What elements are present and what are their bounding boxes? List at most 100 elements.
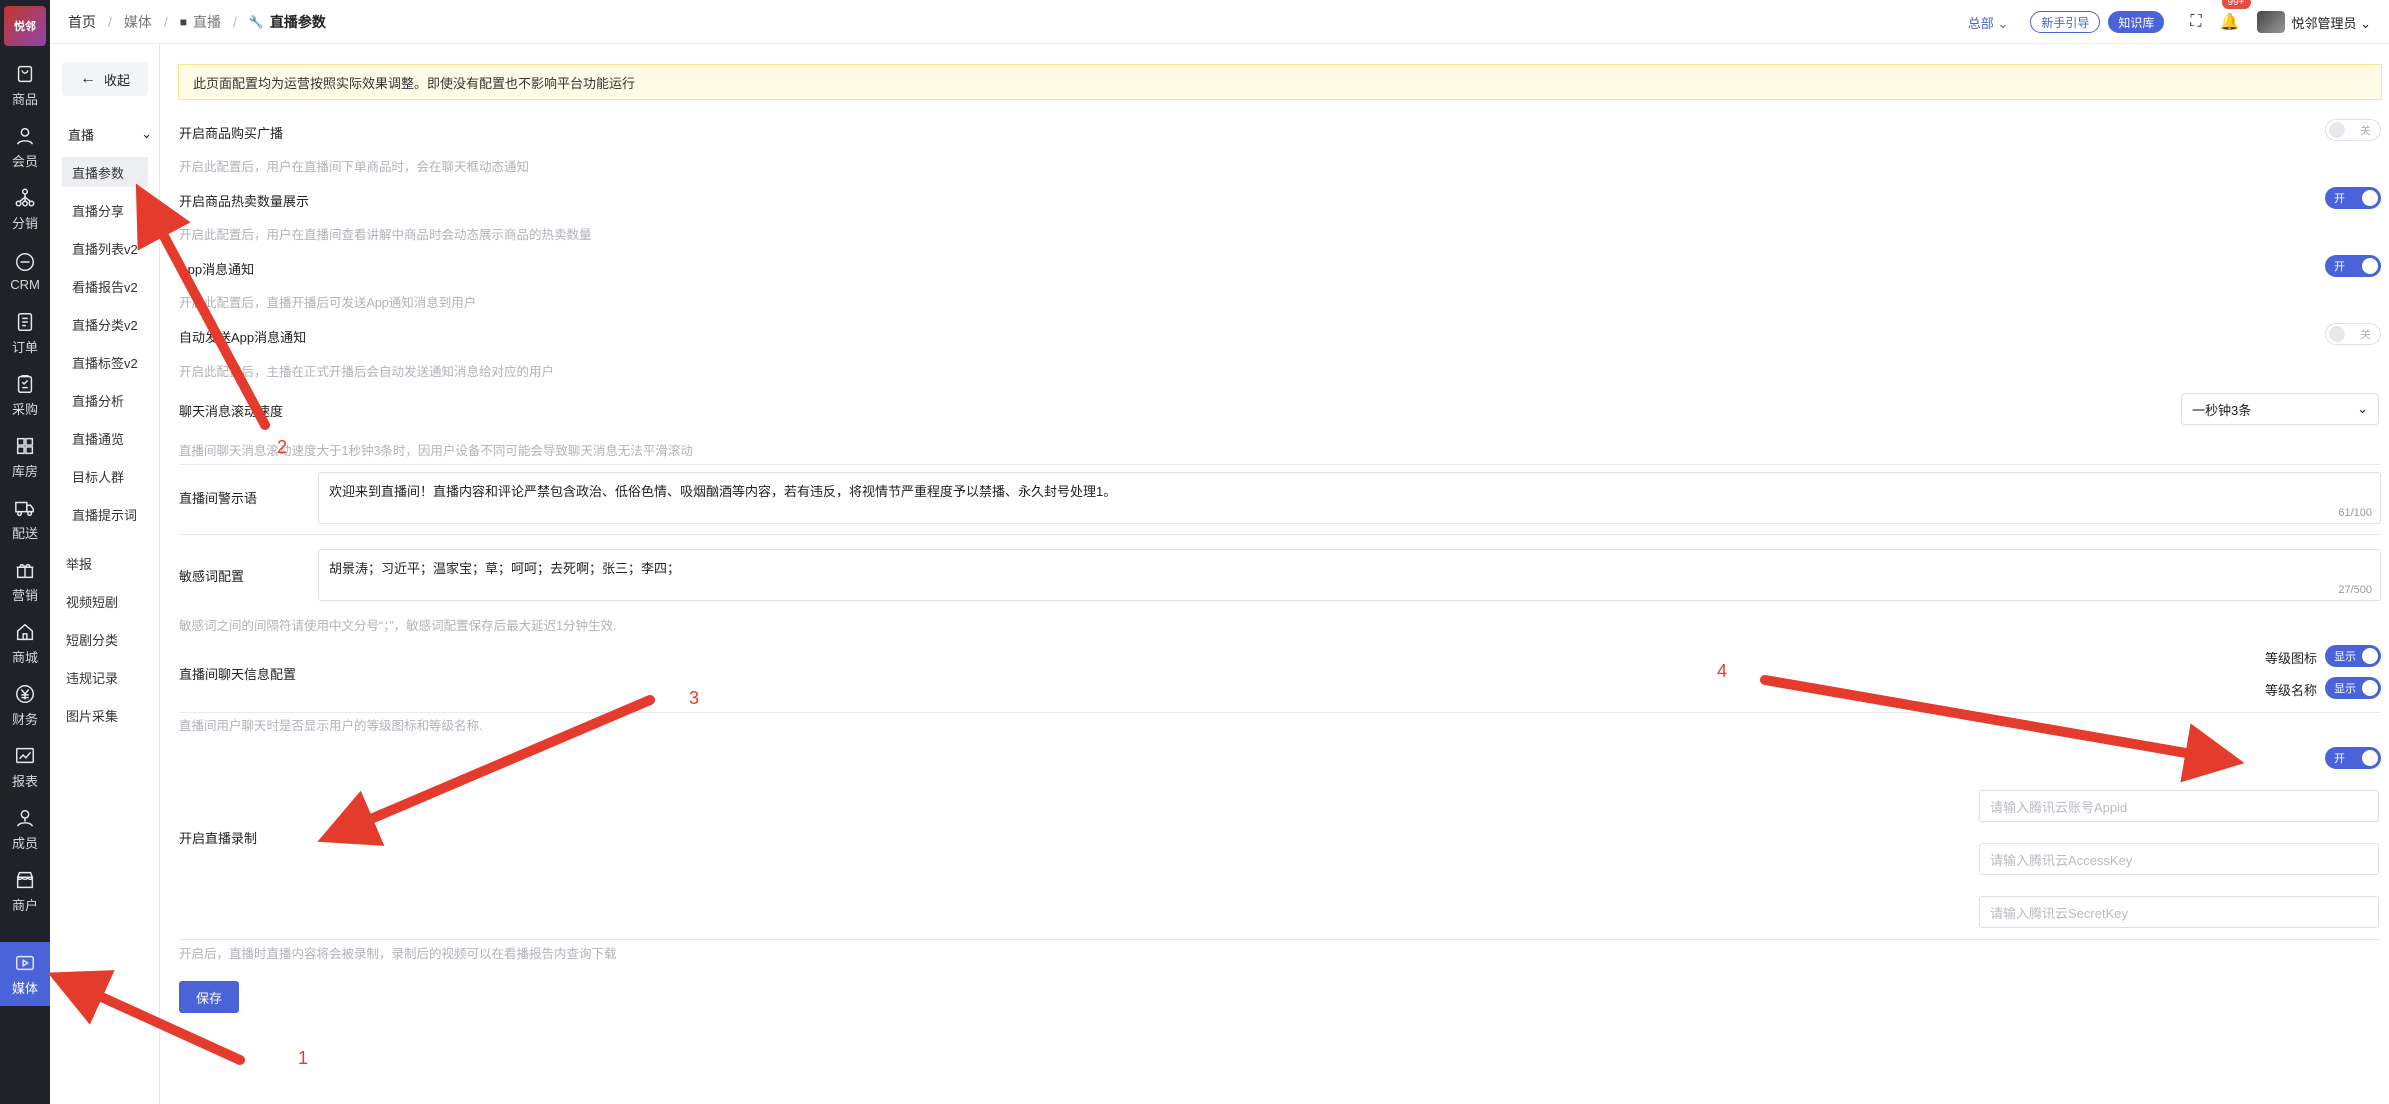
submenu-item-live-prompt[interactable]: 直播提示词 <box>62 499 148 529</box>
nav-item-purchase[interactable]: 采购 <box>0 366 50 424</box>
submenu-item-target-group[interactable]: 目标人群 <box>62 461 148 491</box>
nav-item-store[interactable]: 商城 <box>0 614 50 672</box>
arrow-left-icon: ← <box>79 70 96 87</box>
nav-item-finance[interactable]: 财务 <box>0 676 50 734</box>
nav-item-merchant[interactable]: 商户 <box>0 862 50 920</box>
nav-item-distribution[interactable]: 分销 <box>0 180 50 238</box>
app-notify-switch[interactable]: 开 <box>2325 255 2381 277</box>
knowledge-base-button[interactable]: 知识库 <box>2108 11 2165 33</box>
nav-item-crm[interactable]: CRM <box>0 242 50 300</box>
breadcrumb-live[interactable]: 直播 <box>193 12 221 32</box>
nav-item-product[interactable]: 商品 <box>0 56 50 114</box>
level-name-label: 等级名称 <box>2265 683 2318 698</box>
nav-item-order[interactable]: 订单 <box>0 304 50 362</box>
save-button[interactable]: 保存 <box>179 981 239 1013</box>
submenu-item-report[interactable]: 举报 <box>62 548 148 578</box>
annotation-number-1: 1 <box>298 1048 309 1068</box>
sensitive-label: 敏感词配置 <box>179 569 245 584</box>
access-key-input[interactable]: 请输入腾讯云AccessKey <box>1979 843 2379 875</box>
level-icon-label: 等级图标 <box>2265 651 2318 666</box>
fullscreen-icon[interactable]: ⛶ <box>2190 13 2201 31</box>
secret-key-input[interactable]: 请输入腾讯云SecretKey <box>1979 896 2379 928</box>
hot-sales-help: 开启此配置后，用户在直播间查看讲解中商品时会动态展示商品的热卖数量 <box>179 228 592 242</box>
submenu-item-watch-report[interactable]: 看播报告v2 <box>62 271 148 301</box>
chart-icon <box>14 745 36 767</box>
delivery-icon <box>14 497 36 519</box>
nav-item-label: 会员 <box>11 153 38 169</box>
nav-item-label: 订单 <box>11 339 38 355</box>
nav-item-warehouse[interactable]: 库房 <box>0 428 50 486</box>
level-name-switch[interactable]: 显示 <box>2325 677 2381 699</box>
submenu-item-short-video[interactable]: 视频短剧 <box>62 586 148 616</box>
nav-item-label: 采购 <box>11 401 38 417</box>
auto-app-notify-switch[interactable]: 关 <box>2325 323 2381 345</box>
wrench-icon: 🔧 <box>248 15 264 29</box>
submenu-item-live-tag[interactable]: 直播标签v2 <box>62 347 148 377</box>
submenu-item-violation[interactable]: 违规记录 <box>62 662 148 692</box>
nav-item-report[interactable]: 报表 <box>0 738 50 796</box>
submenu-item-live-analysis[interactable]: 直播分析 <box>62 385 148 415</box>
submenu-item-live-params[interactable]: 直播参数 <box>62 157 148 187</box>
collapse-label: 收起 <box>103 72 130 88</box>
header-actions: 总部 ⌄ 新手引导 知识库 ⛶ 🔔 99+ 悦邻管理员 ⌄ <box>1968 0 2371 44</box>
submenu-item-live-overview[interactable]: 直播通览 <box>62 423 148 453</box>
nav-item-label: 分销 <box>11 215 38 231</box>
finance-icon <box>14 683 36 705</box>
chat-speed-select[interactable]: 一秒钟3条 ⌄ <box>2181 393 2379 425</box>
crm-icon <box>14 251 36 273</box>
gift-icon <box>14 559 36 581</box>
app-notify-label: App消息通知 <box>179 262 255 277</box>
merchant-icon <box>14 869 36 891</box>
breadcrumb-current: 直播参数 <box>269 14 326 30</box>
nav-item-team[interactable]: 成员 <box>0 800 50 858</box>
annotation-number-4: 4 <box>1717 661 1728 681</box>
recording-switch[interactable]: 开 <box>2325 747 2381 769</box>
submenu-item-image-collect[interactable]: 图片采集 <box>62 700 148 730</box>
app-logo: 悦邻 <box>4 6 46 46</box>
nav-item-label: 商品 <box>11 91 38 107</box>
nav-item-member[interactable]: 会员 <box>0 118 50 176</box>
submenu-item-drama-category[interactable]: 短剧分类 <box>62 624 148 654</box>
app-notify-help: 开启此配置后，直播开播后可发送App通知消息到用户 <box>179 296 477 310</box>
nav-item-delivery[interactable]: 配送 <box>0 490 50 548</box>
level-icon-switch[interactable]: 显示 <box>2325 645 2381 667</box>
breadcrumb-home[interactable]: 首页 <box>68 12 96 32</box>
region-select[interactable]: 总部 ⌄ <box>1968 13 2009 32</box>
nav-item-marketing[interactable]: 营销 <box>0 552 50 610</box>
purchase-broadcast-switch[interactable]: 关 <box>2325 119 2381 141</box>
chat-info-help: 直播间用户聊天时是否显示用户的等级图标和等级名称. <box>179 719 483 733</box>
submenu-item-live-category[interactable]: 直播分类v2 <box>62 309 148 339</box>
sensitive-textarea[interactable]: 胡景涛；习近平；温家宝；草；呵呵；去死啊；张三；李四； 27/500 <box>318 549 2381 601</box>
order-icon <box>14 311 36 333</box>
warehouse-icon <box>14 435 36 457</box>
nav-item-label: 成员 <box>11 835 38 851</box>
warning-textarea[interactable]: 欢迎来到直播间！直播内容和评论严禁包含政治、低俗色情、吸烟酗酒等内容，若有违反，… <box>318 472 2381 524</box>
hot-sales-label: 开启商品热卖数量展示 <box>179 194 310 209</box>
submenu-item-live-list[interactable]: 直播列表v2 <box>62 233 148 263</box>
submenu-group-live[interactable]: 直播 ⌄ <box>64 120 156 148</box>
nav-item-media[interactable]: 媒体 <box>0 942 50 1006</box>
appid-input[interactable]: 请输入腾讯云账号Appid <box>1979 790 2379 822</box>
nav-item-label: 库房 <box>11 463 38 479</box>
store-icon <box>14 621 36 643</box>
hot-sales-switch[interactable]: 开 <box>2325 187 2381 209</box>
chat-speed-label: 聊天消息滚动速度 <box>179 404 284 419</box>
breadcrumb-media[interactable]: 媒体 <box>124 12 152 32</box>
guide-button[interactable]: 新手引导 <box>2030 11 2101 33</box>
product-icon <box>14 63 36 85</box>
avatar[interactable] <box>2257 11 2286 33</box>
submenu-group-label: 直播 <box>68 127 95 143</box>
main-content: 此页面配置均为运营按照实际效果调整。即使没有配置也不影响平台功能运行 开启商品购… <box>162 44 2389 1104</box>
chevron-down-icon: ⌄ <box>2357 401 2368 416</box>
submenu-item-live-share[interactable]: 直播分享 <box>62 195 148 225</box>
purchase-broadcast-label: 开启商品购买广播 <box>179 126 284 141</box>
notice-banner: 此页面配置均为运营按照实际效果调整。即使没有配置也不影响平台功能运行 <box>178 64 2382 100</box>
bell-icon[interactable]: 🔔 99+ <box>2220 0 2251 32</box>
distribution-icon <box>14 187 36 209</box>
recording-help: 开启后，直播时直播内容将会被录制，录制后的视频可以在看播报告内查询下载 <box>179 947 617 961</box>
collapse-button[interactable]: ← 收起 <box>62 62 148 96</box>
warning-counter: 61/100 <box>2338 507 2372 519</box>
user-name[interactable]: 悦邻管理员 ⌄ <box>2291 13 2371 32</box>
sensitive-help: 敏感词之间的间隔符请使用中文分号“；”，敏感词配置保存后最大延迟1分钟生效. <box>179 619 617 633</box>
breadcrumb: 首页 / 媒体 / ■ 直播 / 🔧 直播参数 <box>68 12 326 32</box>
